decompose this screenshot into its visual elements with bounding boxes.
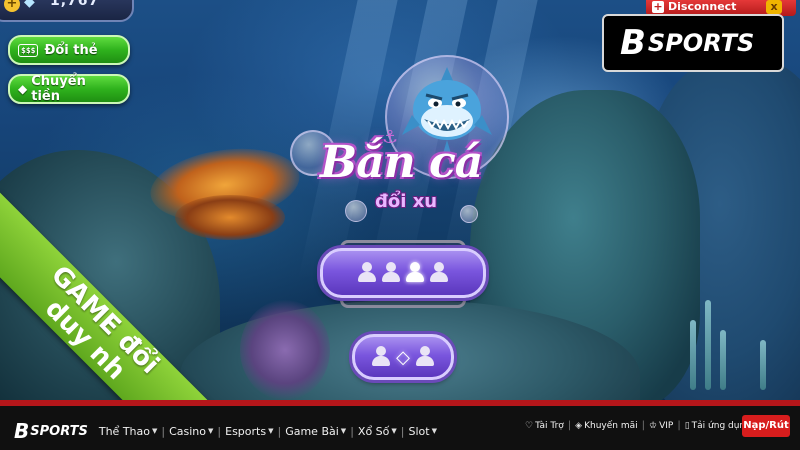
person-icon xyxy=(372,346,391,368)
nav-item-esports[interactable]: Esports ▼ xyxy=(222,425,276,438)
seaweed xyxy=(705,300,711,390)
nav-tai-tro-label: Tài Trợ xyxy=(535,420,564,431)
nav-item-label: Game Bài xyxy=(285,424,339,438)
person-icon xyxy=(415,346,434,368)
diamond-icon: ◇ xyxy=(396,346,410,368)
game-scene: + ◆ 1,767 $$$ Đổi thẻ ◆ Chuyển tiền ⚓ Bắ… xyxy=(0,0,800,400)
chevron-down-icon: ▼ xyxy=(391,427,397,435)
game-title: Bắn cá xyxy=(320,137,483,188)
nav-item-label: Esports xyxy=(225,424,267,438)
nav-vip[interactable]: ♔ VIP xyxy=(646,421,676,431)
nav-item-game-bai[interactable]: Game Bài ▼ xyxy=(282,425,349,438)
game-subtitle: đổi xu xyxy=(375,191,438,212)
nav-brand-mark: B xyxy=(14,419,29,443)
gem-icon: ◆ xyxy=(24,0,35,10)
nav-brand-word: SPORTS xyxy=(30,423,88,439)
bubble-decoration xyxy=(345,200,367,222)
disconnect-label: Disconnect xyxy=(668,0,737,13)
brand-word: SPORTS xyxy=(647,29,755,57)
vip-mode-button[interactable]: ◇ xyxy=(352,334,454,380)
seaweed xyxy=(760,340,766,390)
balance-bar: + ◆ 1,767 xyxy=(0,0,134,22)
chuyen-tien-label: Chuyển tiền xyxy=(31,74,86,104)
main-nav: B SPORTS Thể Thao ▼ | Casino ▼ | Esports ▼ … xyxy=(14,419,440,443)
nav-item-slot[interactable]: Slot ▼ xyxy=(406,425,440,438)
doi-the-button[interactable]: $$$ Đổi thẻ xyxy=(8,35,130,65)
person-icon xyxy=(382,262,400,284)
brand-mark: B xyxy=(620,23,646,63)
nap-rut-button[interactable]: Nạp/Rút xyxy=(742,415,790,437)
person-icon xyxy=(358,262,376,284)
nav-item-label: Xổ Số xyxy=(357,424,390,438)
bottom-nav-bar: B SPORTS Thể Thao ▼ | Casino ▼ | Esports ▼ … xyxy=(0,400,800,450)
seaweed xyxy=(720,330,726,390)
gift-icon: ♡ xyxy=(525,420,534,431)
person-icon xyxy=(430,262,448,284)
secondary-nav: ♡ Tài Trợ | ◈ Khuyến mãi | ♔ VIP | ▯ Tải ứng… xyxy=(522,420,754,431)
brand-logo-badge: B SPORTS xyxy=(602,14,784,72)
doi-the-label: Đổi thẻ xyxy=(44,42,98,58)
balance-value: 1,767 xyxy=(50,0,100,9)
game-logo: ⚓ Bắn cá đổi xu xyxy=(290,55,530,230)
chevron-down-icon: ▼ xyxy=(340,427,347,435)
nav-khuyen-mai[interactable]: ◈ Khuyến mãi xyxy=(572,421,640,431)
chevron-down-icon: ▼ xyxy=(268,427,274,435)
four-player-mode-button[interactable] xyxy=(320,248,486,298)
coral-decoration xyxy=(175,195,285,240)
close-icon[interactable]: x xyxy=(766,0,782,14)
nav-brand-logo[interactable]: B SPORTS xyxy=(14,419,88,443)
plus-icon[interactable]: + xyxy=(4,0,20,12)
nav-item-the-thao[interactable]: Thể Thao ▼ xyxy=(96,425,161,438)
chuyen-tien-button[interactable]: ◆ Chuyển tiền xyxy=(8,74,130,104)
disconnect-icon: + xyxy=(652,0,664,13)
nav-tai-tro[interactable]: ♡ Tài Trợ xyxy=(522,421,567,431)
nav-vip-label: VIP xyxy=(659,420,674,431)
nav-item-label: Casino xyxy=(169,424,207,438)
crown-icon: ♔ xyxy=(649,420,658,431)
coral-decoration xyxy=(240,300,330,400)
money-icon: $$$ xyxy=(18,43,39,57)
nav-item-casino[interactable]: Casino ▼ xyxy=(166,425,216,438)
tag-icon: ◈ xyxy=(575,420,583,431)
phone-icon: ▯ xyxy=(684,420,690,431)
nav-khuyen-mai-label: Khuyến mãi xyxy=(584,420,638,431)
nav-item-label: Thể Thao xyxy=(98,424,150,438)
chevron-down-icon: ▼ xyxy=(431,427,437,435)
nav-item-label: Slot xyxy=(408,424,430,438)
chevron-down-icon: ▼ xyxy=(208,427,214,435)
person-icon xyxy=(406,262,424,284)
nav-item-xo-so[interactable]: Xổ Số ▼ xyxy=(355,425,400,438)
gem-icon: ◆ xyxy=(18,82,28,96)
chevron-down-icon: ▼ xyxy=(151,427,158,435)
bubble-decoration xyxy=(460,205,478,223)
seaweed xyxy=(690,320,696,390)
